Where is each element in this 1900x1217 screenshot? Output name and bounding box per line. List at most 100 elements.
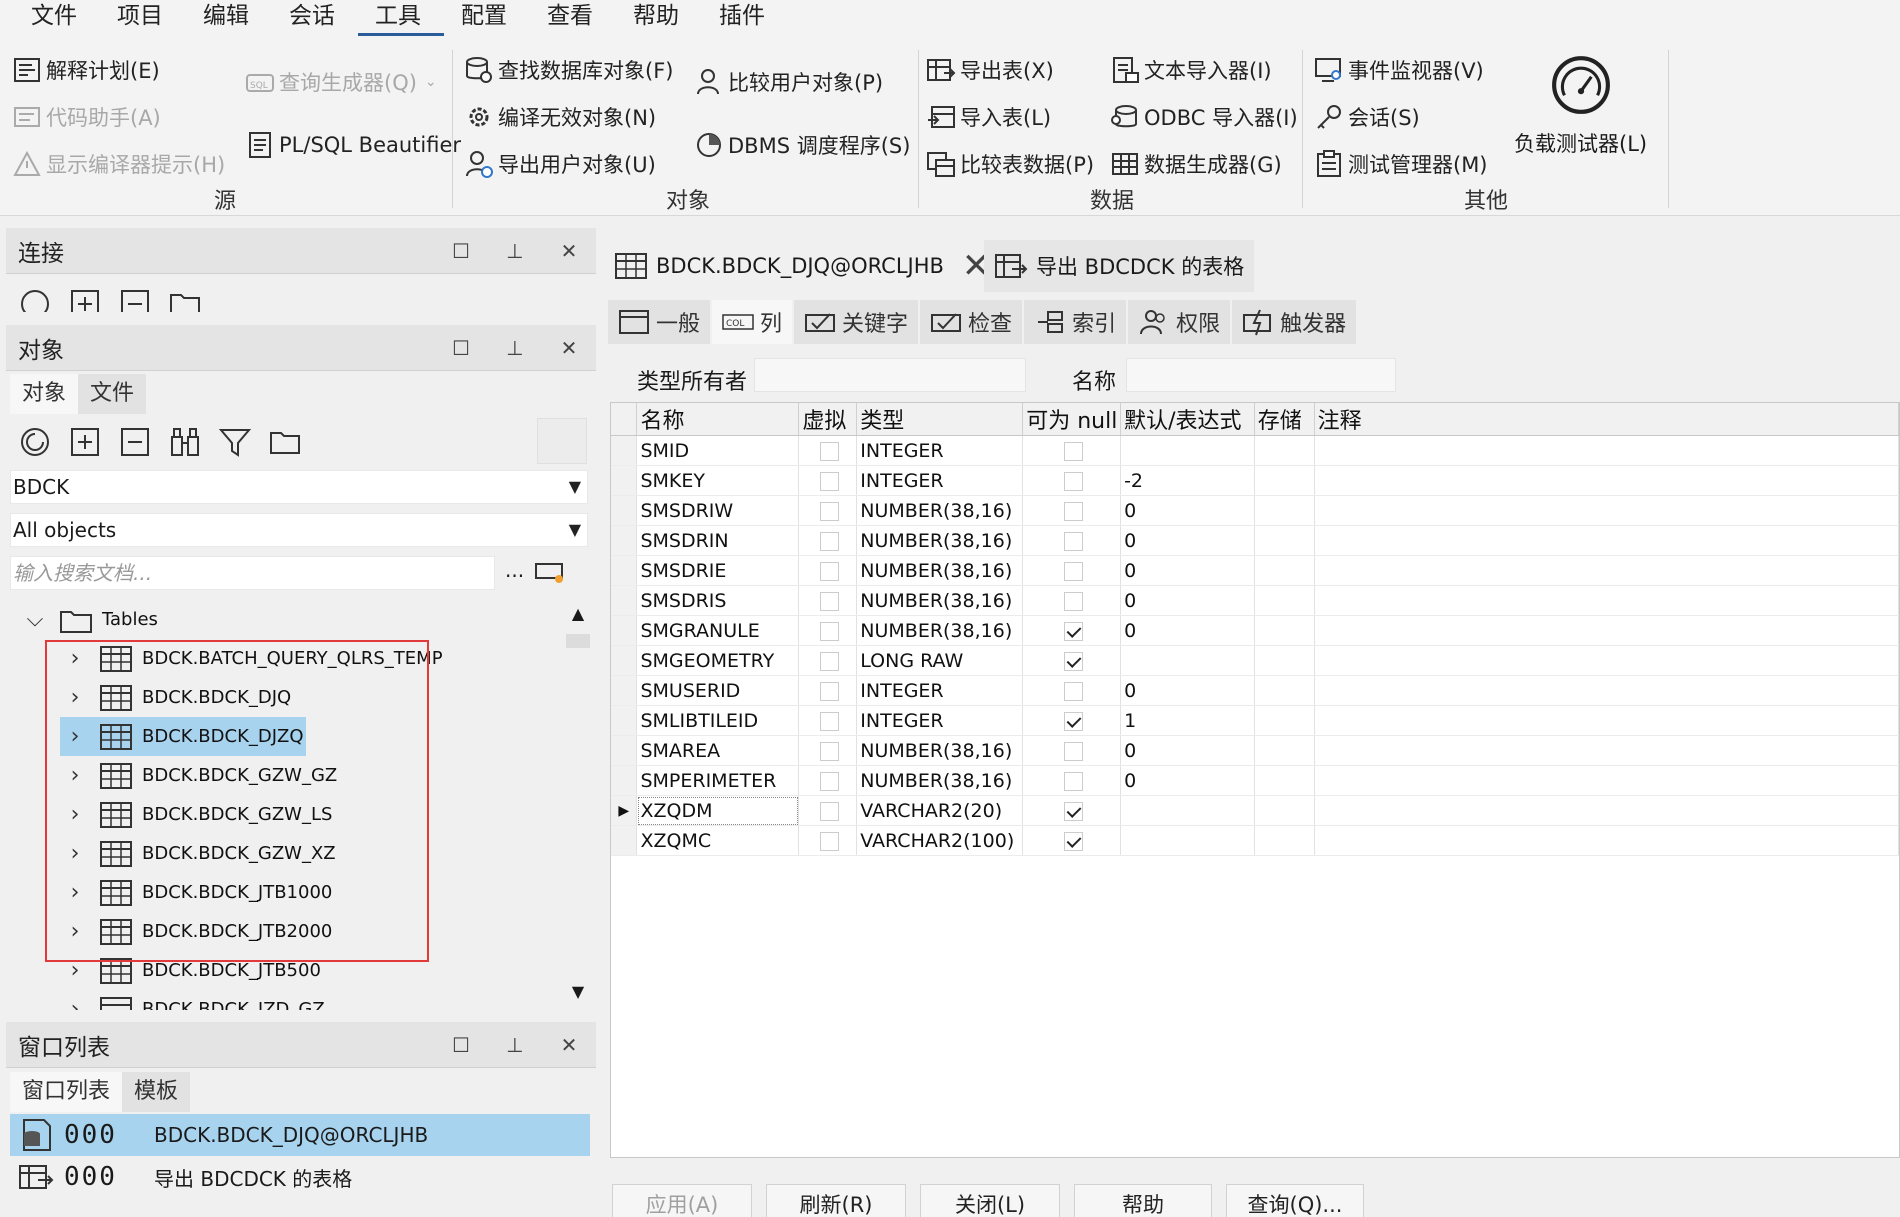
cell-default[interactable]: 0 <box>1120 735 1255 766</box>
close-button[interactable]: 关闭(L) <box>920 1184 1060 1217</box>
cell-comment[interactable] <box>1314 795 1899 826</box>
object-search-input[interactable]: 输入搜索文档... <box>10 556 495 590</box>
row-indicator[interactable] <box>611 735 638 766</box>
menu-plugins[interactable]: 插件 <box>702 0 788 36</box>
cell-comment[interactable] <box>1314 495 1899 526</box>
virtual-checkbox[interactable] <box>819 471 839 491</box>
window-list-item[interactable]: 000 导出 BDCDCK 的表格 <box>10 1156 590 1198</box>
nullable-checkbox[interactable] <box>1063 831 1083 851</box>
cell-type[interactable]: VARCHAR2(20) <box>856 795 1024 826</box>
close-icon[interactable]: ✕ <box>542 239 596 263</box>
tree-item-table[interactable]: › BDCK.BDCK_JZD_GZ <box>60 990 325 1010</box>
tab-indexes[interactable]: 索引 <box>1024 300 1127 344</box>
row-indicator[interactable] <box>611 585 638 616</box>
cell-comment[interactable] <box>1314 555 1899 586</box>
import-tables-button[interactable]: 导入表(L) <box>926 98 1051 136</box>
cell-default[interactable]: -2 <box>1120 465 1255 496</box>
col-header-storage[interactable]: 存储 <box>1254 403 1315 436</box>
compiler-hints-button[interactable]: 显示编译器提示(H) <box>12 145 225 183</box>
row-indicator[interactable] <box>611 675 638 706</box>
cell-default[interactable]: 0 <box>1120 555 1255 586</box>
add-icon[interactable] <box>60 420 110 464</box>
row-indicator[interactable] <box>611 825 638 856</box>
cell-default[interactable]: 0 <box>1120 765 1255 796</box>
compile-invalid-button[interactable]: 编译无效对象(N) <box>464 98 656 136</box>
add-icon[interactable] <box>60 282 110 312</box>
nullable-checkbox[interactable] <box>1063 771 1083 791</box>
virtual-checkbox[interactable] <box>819 501 839 521</box>
doc-tab-export[interactable]: 导出 BDCDCK 的表格 <box>984 240 1255 292</box>
data-generator-button[interactable]: 数据生成器(G) <box>1110 145 1282 183</box>
tab-objects[interactable]: 对象 <box>10 374 79 414</box>
cell-comment[interactable] <box>1314 435 1899 466</box>
cell-default[interactable]: 0 <box>1120 585 1255 616</box>
cell-name[interactable]: XZQMC <box>636 825 800 856</box>
virtual-checkbox[interactable] <box>819 681 839 701</box>
cell-name[interactable]: SMLIBTILEID <box>636 705 800 736</box>
text-importer-button[interactable]: 文本导入器(I) <box>1110 51 1272 89</box>
filter-icon[interactable] <box>210 420 260 464</box>
cell-comment[interactable] <box>1314 645 1899 676</box>
tab-keys[interactable]: 关键字 <box>794 300 919 344</box>
scroll-up-icon[interactable]: ▲ <box>562 598 594 630</box>
menu-help[interactable]: 帮助 <box>616 0 702 36</box>
search-options-icon[interactable] <box>535 562 565 584</box>
tree-scrollbar[interactable]: ▲ ▼ <box>562 598 594 1008</box>
row-indicator[interactable]: ▶ <box>611 795 638 826</box>
tab-general[interactable]: 一般 <box>608 300 711 344</box>
owner-select[interactable]: BDCK ▼ <box>10 470 588 504</box>
odbc-importer-button[interactable]: ODBC 导入器(I) <box>1110 98 1298 136</box>
maximize-icon[interactable]: ☐ <box>434 239 488 263</box>
nullable-checkbox[interactable] <box>1063 591 1083 611</box>
row-indicator[interactable] <box>611 465 638 496</box>
virtual-checkbox[interactable] <box>819 591 839 611</box>
folder-icon[interactable] <box>260 420 310 464</box>
cell-name[interactable]: SMID <box>636 435 800 466</box>
load-tester-button[interactable]: 负载测试器(L) <box>1514 54 1647 158</box>
tab-window-list[interactable]: 窗口列表 <box>10 1072 123 1112</box>
col-header-nullable[interactable]: 可为 null <box>1022 403 1122 436</box>
cell-comment[interactable] <box>1314 735 1899 766</box>
cell-name[interactable]: SMKEY <box>636 465 800 496</box>
window-list-item[interactable]: 000 BDCK.BDCK_DJQ@ORCLJHB <box>10 1114 590 1156</box>
compare-table-data-button[interactable]: 比较表数据(P) <box>926 145 1094 183</box>
virtual-checkbox[interactable] <box>819 741 839 761</box>
tab-privileges[interactable]: 权限 <box>1128 300 1231 344</box>
cell-name[interactable]: SMUSERID <box>636 675 800 706</box>
table-row[interactable]: SMSDRIN NUMBER(38,16) 0 <box>611 525 1899 556</box>
table-row[interactable]: ▶ XZQDM VARCHAR2(20) <box>611 795 1899 826</box>
tree-folder-tables[interactable]: ⌵ Tables <box>20 600 158 639</box>
table-row[interactable]: XZQMC VARCHAR2(100) <box>611 825 1899 856</box>
beautifier-button[interactable]: PL/SQL Beautifier <box>245 126 461 164</box>
cell-name[interactable]: SMGRANULE <box>636 615 800 646</box>
tab-checks[interactable]: 检查 <box>920 300 1023 344</box>
cell-default[interactable] <box>1120 645 1255 676</box>
menu-session[interactable]: 会话 <box>272 0 358 36</box>
name-input[interactable] <box>1126 358 1396 392</box>
cell-storage[interactable] <box>1254 675 1315 706</box>
cell-name[interactable]: SMAREA <box>636 735 800 766</box>
cell-comment[interactable] <box>1314 675 1899 706</box>
nullable-checkbox[interactable] <box>1063 681 1083 701</box>
tab-templates[interactable]: 模板 <box>122 1072 191 1112</box>
cell-type[interactable]: NUMBER(38,16) <box>856 765 1024 796</box>
cell-default[interactable] <box>1120 435 1255 466</box>
nullable-checkbox[interactable] <box>1063 561 1083 581</box>
table-row[interactable]: SMAREA NUMBER(38,16) 0 <box>611 735 1899 766</box>
object-type-select[interactable]: All objects ▼ <box>10 513 588 547</box>
tab-triggers[interactable]: 触发器 <box>1232 300 1357 344</box>
cell-comment[interactable] <box>1314 525 1899 556</box>
menu-config[interactable]: 配置 <box>444 0 530 36</box>
menu-view[interactable]: 查看 <box>530 0 616 36</box>
cell-default[interactable]: 0 <box>1120 495 1255 526</box>
cell-type[interactable]: NUMBER(38,16) <box>856 495 1024 526</box>
cell-comment[interactable] <box>1314 825 1899 856</box>
cell-type[interactable]: LONG RAW <box>856 645 1024 676</box>
nullable-checkbox[interactable] <box>1063 621 1083 641</box>
apply-button[interactable]: 应用(A) <box>612 1184 752 1217</box>
refresh-icon[interactable] <box>10 282 60 312</box>
cell-storage[interactable] <box>1254 615 1315 646</box>
nullable-checkbox[interactable] <box>1063 711 1083 731</box>
cell-comment[interactable] <box>1314 615 1899 646</box>
virtual-checkbox[interactable] <box>819 711 839 731</box>
